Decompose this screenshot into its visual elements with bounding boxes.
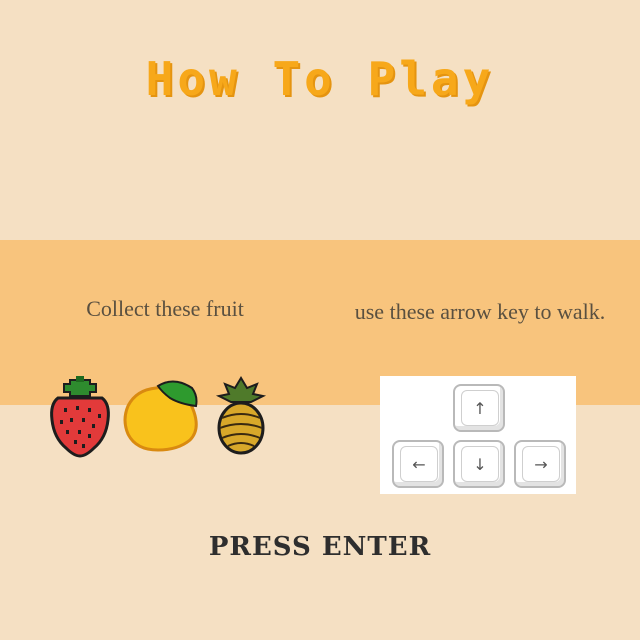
left-arrow-icon: ← bbox=[400, 446, 438, 482]
mango-icon bbox=[123, 380, 198, 452]
press-enter-prompt[interactable]: PRESS ENTER bbox=[0, 532, 640, 562]
page-title: How To Play bbox=[145, 52, 495, 106]
arrow-keys-panel: ↑ ← ↓ → bbox=[380, 376, 576, 494]
right-arrow-key: → bbox=[514, 440, 566, 488]
down-arrow-key: ↓ bbox=[453, 440, 505, 488]
left-arrow-key: ← bbox=[392, 440, 444, 488]
walk-instruction: use these arrow key to walk. bbox=[354, 299, 606, 324]
right-arrow-icon: → bbox=[522, 446, 560, 482]
collect-instruction: Collect these fruit bbox=[86, 296, 244, 321]
down-arrow-icon: ↓ bbox=[461, 446, 499, 482]
strawberry-icon bbox=[50, 376, 110, 458]
up-arrow-key: ↑ bbox=[453, 384, 505, 432]
pineapple-icon bbox=[215, 376, 267, 455]
up-arrow-icon: ↑ bbox=[461, 390, 499, 426]
